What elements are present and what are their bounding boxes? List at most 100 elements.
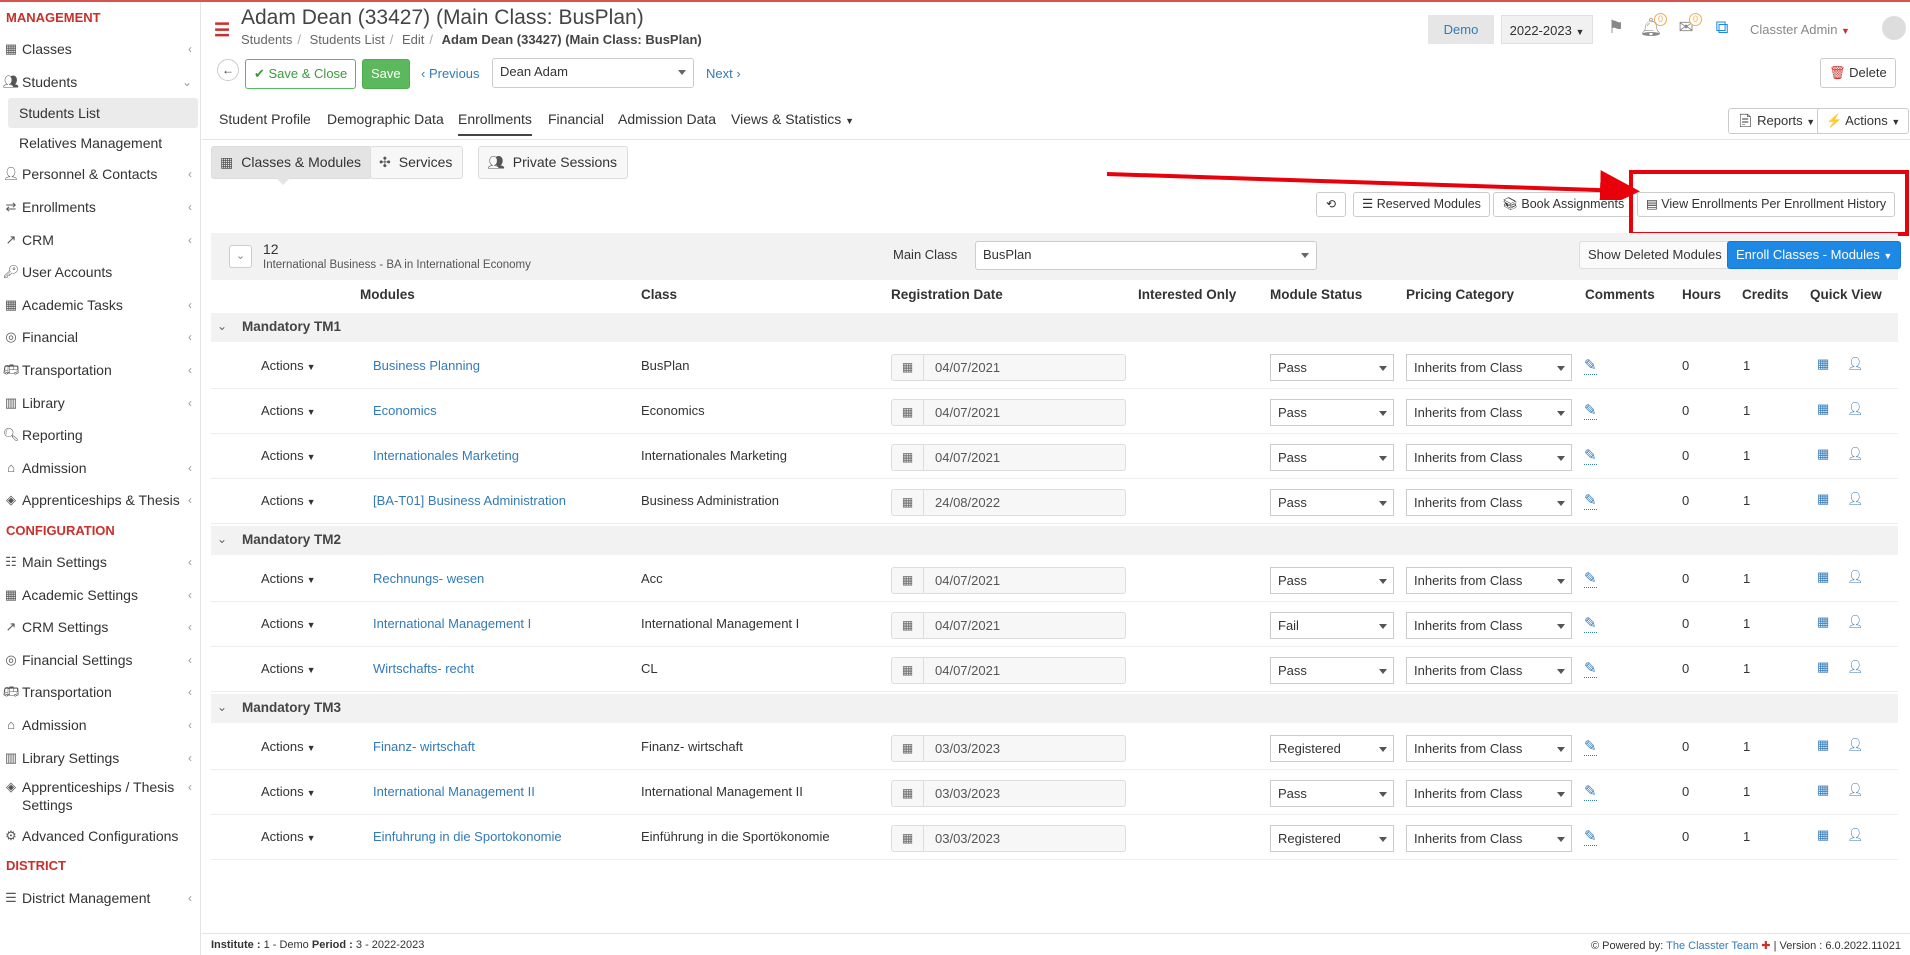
student-select[interactable]: Dean Adam (492, 58, 694, 88)
sidebar-item-apprenticeships-thesis[interactable]: ◈ Apprenticeships & Thesis ‹ (0, 484, 200, 517)
registration-date-field[interactable]: ▦ 04/07/2021 (891, 354, 1126, 381)
back-arrow-icon[interactable]: ← (217, 59, 239, 81)
module-status-select[interactable]: Pass (1270, 567, 1394, 594)
sidebar-item-user-accounts[interactable]: 🔑︎ User Accounts (0, 256, 200, 289)
edit-comment-icon[interactable]: ✎ (1584, 737, 1597, 756)
row-actions-dropdown[interactable]: Actions ▼ (261, 403, 316, 418)
sidebar-subitem[interactable]: Relatives Management (0, 128, 200, 158)
subtab-private-sessions[interactable]: 👥︎ Private Sessions (478, 146, 629, 179)
year-select[interactable]: 2022-2023 ▼ (1501, 15, 1593, 44)
calendar-icon[interactable]: ▦ (892, 781, 924, 806)
flag-icon[interactable]: ⚑ (1604, 17, 1628, 41)
tab-views-statistics[interactable]: Views & Statistics ▼ (731, 111, 854, 134)
sidebar-item-financial-settings[interactable]: ◎ Financial Settings ‹ (0, 644, 200, 677)
tab-admission-data[interactable]: Admission Data (618, 111, 716, 134)
row-actions-dropdown[interactable]: Actions ▼ (261, 358, 316, 373)
save-close-button[interactable]: ✔ Save & Close (245, 59, 357, 89)
mail-icon[interactable]: ✉ 0 (1674, 13, 1702, 41)
calendar-icon[interactable]: ▦ (1817, 614, 1829, 630)
bell-icon[interactable]: 🔔︎ 0 (1639, 13, 1667, 41)
sidebar-item-reporting[interactable]: 🔍︎ Reporting (0, 419, 200, 452)
pricing-category-select[interactable]: Inherits from Class (1406, 399, 1572, 426)
pricing-category-select[interactable]: Inherits from Class (1406, 735, 1572, 762)
delete-button[interactable]: 🗑︎ Delete (1820, 58, 1896, 88)
calendar-icon[interactable]: ▦ (1817, 737, 1829, 753)
module-status-select[interactable]: Registered (1270, 825, 1394, 852)
sidebar-item-apprenticeships-thesis-settings[interactable]: ◈ Apprenticeships / Thesis Settings ‹ (0, 774, 200, 820)
calendar-icon[interactable]: ▦ (1817, 659, 1829, 675)
module-status-select[interactable]: Registered (1270, 735, 1394, 762)
module-status-select[interactable]: Fail (1270, 612, 1394, 639)
tab-enrollments[interactable]: Enrollments (458, 111, 532, 136)
module-link[interactable]: Business Planning (373, 358, 480, 373)
sidebar-item-main-settings[interactable]: ☷ Main Settings ‹ (0, 546, 200, 579)
module-link[interactable]: International Management I (373, 616, 531, 631)
breadcrumb-item[interactable]: Students List (310, 32, 385, 47)
calendar-icon[interactable]: ▦ (892, 568, 924, 593)
sidebar-item-students[interactable]: 👥︎ Students ⌄ (0, 66, 200, 99)
previous-link[interactable]: ‹ Previous (421, 59, 480, 89)
module-link[interactable]: Finanz- wirtschaft (373, 739, 475, 754)
registration-date-field[interactable]: ▦ 03/03/2023 (891, 780, 1126, 807)
pricing-category-select[interactable]: Inherits from Class (1406, 780, 1572, 807)
tab-student-profile[interactable]: Student Profile (219, 111, 311, 134)
sidebar-item-library-settings[interactable]: ▥ Library Settings ‹ (0, 741, 200, 774)
sidebar-item-enrollments[interactable]: ⇄ Enrollments ‹ (0, 191, 200, 224)
module-link[interactable]: Rechnungs- wesen (373, 571, 484, 586)
edit-comment-icon[interactable]: ✎ (1584, 401, 1597, 420)
registration-date-field[interactable]: ▦ 04/07/2021 (891, 444, 1126, 471)
row-actions-dropdown[interactable]: Actions ▼ (261, 616, 316, 631)
person-icon[interactable]: 👤︎ (1847, 446, 1864, 462)
calendar-icon[interactable]: ▦ (892, 658, 924, 683)
actions-button[interactable]: ⚡ Actions ▼ (1817, 108, 1910, 134)
calendar-icon[interactable]: ▦ (1817, 569, 1829, 585)
edit-comment-icon[interactable]: ✎ (1584, 614, 1597, 633)
row-actions-dropdown[interactable]: Actions ▼ (261, 784, 316, 799)
row-actions-dropdown[interactable]: Actions ▼ (261, 448, 316, 463)
calendar-icon[interactable]: ▦ (1817, 491, 1829, 507)
calendar-icon[interactable]: ▦ (892, 400, 924, 425)
person-icon[interactable]: 👤︎ (1847, 827, 1864, 843)
row-actions-dropdown[interactable]: Actions ▼ (261, 661, 316, 676)
edit-comment-icon[interactable]: ✎ (1584, 827, 1597, 846)
module-link[interactable]: Wirtschafts- recht (373, 661, 474, 676)
calendar-icon[interactable]: ▦ (892, 355, 924, 380)
edit-comment-icon[interactable]: ✎ (1584, 491, 1597, 510)
module-status-select[interactable]: Pass (1270, 780, 1394, 807)
subtab-classes-modules[interactable]: ▦ Classes & Modules (211, 146, 373, 179)
registration-date-field[interactable]: ▦ 04/07/2021 (891, 657, 1126, 684)
classter-team-link[interactable]: The Classter Team (1666, 940, 1758, 952)
module-status-select[interactable]: Pass (1270, 489, 1394, 516)
pricing-category-select[interactable]: Inherits from Class (1406, 444, 1572, 471)
show-deleted-modules-button[interactable]: Show Deleted Modules (1579, 241, 1731, 269)
row-actions-dropdown[interactable]: Actions ▼ (261, 493, 316, 508)
sidebar-item-library[interactable]: ▥ Library ‹ (0, 386, 200, 419)
person-icon[interactable]: 👤︎ (1847, 659, 1864, 675)
module-link[interactable]: International Management II (373, 784, 535, 799)
edit-comment-icon[interactable]: ✎ (1584, 659, 1597, 678)
sidebar-item-crm[interactable]: ↗ CRM ‹ (0, 223, 200, 256)
calendar-icon[interactable]: ▦ (892, 826, 924, 851)
module-link[interactable]: Economics (373, 403, 437, 418)
module-status-select[interactable]: Pass (1270, 399, 1394, 426)
person-icon[interactable]: 👤︎ (1847, 569, 1864, 585)
module-group-header[interactable]: ⌄ Mandatory TM1 (211, 313, 1898, 342)
breadcrumb-item[interactable]: Edit (402, 32, 424, 47)
person-icon[interactable]: 👤︎ (1847, 614, 1864, 630)
calendar-icon[interactable]: ▦ (892, 445, 924, 470)
pricing-category-select[interactable]: Inherits from Class (1406, 612, 1572, 639)
layers-icon[interactable]: ⧉ (1710, 17, 1734, 41)
module-link[interactable]: Einfuhrung in die Sportokonomie (373, 829, 562, 844)
sidebar-item-transportation[interactable]: 🚌︎ Transportation ‹ (0, 676, 200, 709)
tab-demographic-data[interactable]: Demographic Data (327, 111, 444, 134)
main-class-select[interactable]: BusPlan (975, 241, 1317, 270)
edit-comment-icon[interactable]: ✎ (1584, 446, 1597, 465)
breadcrumb-item[interactable]: Students (241, 32, 292, 47)
tab-financial[interactable]: Financial (548, 111, 604, 134)
reports-button[interactable]: 📄︎ Reports ▼ (1728, 108, 1825, 134)
calendar-icon[interactable]: ▦ (1817, 356, 1829, 372)
calendar-icon[interactable]: ▦ (892, 490, 924, 515)
module-link[interactable]: [BA-T01] Business Administration (373, 493, 566, 508)
registration-date-field[interactable]: ▦ 03/03/2023 (891, 825, 1126, 852)
sidebar-item-personnel-contacts[interactable]: 👤︎ Personnel & Contacts ‹ (0, 158, 200, 191)
